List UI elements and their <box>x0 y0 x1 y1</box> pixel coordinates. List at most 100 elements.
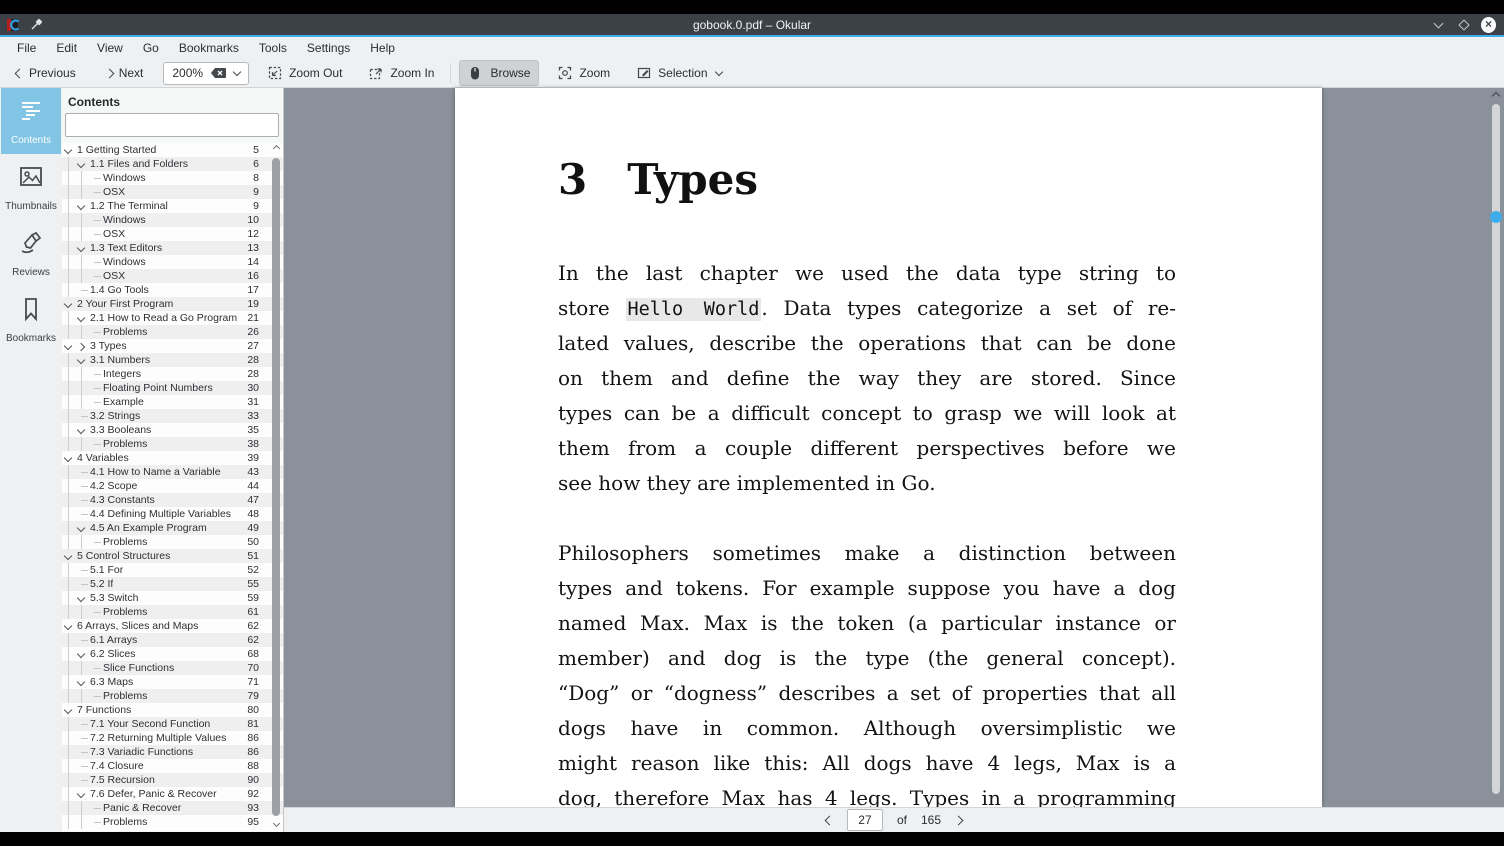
expander-chevron-icon[interactable] <box>62 297 75 311</box>
toc-item-label[interactable]: 2.1 How to Read a Go Program <box>88 312 237 324</box>
menu-item-edit[interactable]: Edit <box>47 39 86 57</box>
selection-button[interactable]: Selection <box>628 61 729 85</box>
sidebar-tab-thumbnails[interactable]: Thumbnails <box>1 154 61 220</box>
toc-item-label[interactable]: 4.3 Constants <box>88 494 155 506</box>
toc-item-label[interactable]: 1.3 Text Editors <box>88 242 162 254</box>
toc-item-label[interactable]: 5 Control Structures <box>75 550 170 562</box>
expander-chevron-icon[interactable] <box>62 549 75 563</box>
toc-item-label[interactable]: 5.3 Switch <box>88 592 138 604</box>
toc-row[interactable]: 6.2 Slices68 <box>62 647 283 661</box>
toc-row[interactable]: Problems26 <box>62 325 283 339</box>
vscroll-up-icon[interactable] <box>1492 92 1500 100</box>
toc-item-label[interactable]: 1.1 Files and Folders <box>88 158 188 170</box>
toc-item-label[interactable]: 7.4 Closure <box>88 760 144 772</box>
toc-item-label[interactable]: 7 Functions <box>75 704 131 716</box>
toc-row[interactable]: 6 Arrays, Slices and Maps62 <box>62 619 283 633</box>
toc-item-label[interactable]: 7.6 Defer, Panic & Recover <box>88 788 217 800</box>
toc-row[interactable]: Problems38 <box>62 437 283 451</box>
vertical-scrollbar[interactable] <box>1492 104 1500 794</box>
toc-item-label[interactable]: 4.5 An Example Program <box>88 522 207 534</box>
expander-chevron-icon[interactable] <box>75 787 88 801</box>
total-pages[interactable]: 165 <box>921 813 941 827</box>
expander-chevron-icon[interactable] <box>75 353 88 367</box>
expander-chevron-icon[interactable] <box>75 647 88 661</box>
browse-button[interactable]: Browse <box>459 60 539 86</box>
toc-item-label[interactable]: 3.2 Strings <box>88 410 140 422</box>
next-page-icon[interactable] <box>954 815 964 825</box>
toc-row[interactable]: Problems61 <box>62 605 283 619</box>
toc-item-label[interactable]: Problems <box>101 690 147 702</box>
zoom-tool-button[interactable]: Zoom <box>549 61 618 85</box>
toc-item-label[interactable]: Slice Functions <box>101 662 174 674</box>
toc-row[interactable]: 4 Variables39 <box>62 451 283 465</box>
expander-chevron-icon[interactable] <box>75 311 88 325</box>
toc-item-label[interactable]: 1 Getting Started <box>75 144 156 156</box>
pdf-page[interactable]: 3Types In the last chapter we used the d… <box>455 88 1322 807</box>
toc-item-label[interactable]: 6.3 Maps <box>88 676 133 688</box>
toc-row[interactable]: Problems50 <box>62 535 283 549</box>
toc-item-label[interactable]: Integers <box>101 368 141 380</box>
expander-chevron-icon[interactable] <box>62 703 75 717</box>
toc-item-label[interactable]: 4.2 Scope <box>88 480 137 492</box>
toc-row[interactable]: 3 Types27 <box>62 339 283 353</box>
toc-row[interactable]: 1.4 Go Tools17 <box>62 283 283 297</box>
toc-row[interactable]: 6.1 Arrays62 <box>62 633 283 647</box>
toc-item-label[interactable]: 7.2 Returning Multiple Values <box>88 732 226 744</box>
toc-row[interactable]: 1.2 The Terminal9 <box>62 199 283 213</box>
toc-item-label[interactable]: 3.1 Numbers <box>88 354 150 366</box>
toc-item-label[interactable]: 6.2 Slices <box>88 648 136 660</box>
toc-item-label[interactable]: 4.1 How to Name a Variable <box>88 466 221 478</box>
toc-row[interactable]: 7.5 Recursion90 <box>62 773 283 787</box>
toc-row[interactable]: 4.4 Defining Multiple Variables48 <box>62 507 283 521</box>
toc-item-label[interactable]: 3.3 Booleans <box>88 424 151 436</box>
toc-row[interactable]: Windows14 <box>62 255 283 269</box>
maximize-button[interactable] <box>1456 17 1471 32</box>
toc-row[interactable]: 3.1 Numbers28 <box>62 353 283 367</box>
titlebar[interactable]: gobook.0.pdf – Okular × <box>0 14 1504 35</box>
toc-item-label[interactable]: Windows <box>101 214 146 226</box>
toc-item-label[interactable]: 1.2 The Terminal <box>88 200 168 212</box>
toc-row[interactable]: 6.3 Maps71 <box>62 675 283 689</box>
toc-item-label[interactable]: Problems <box>101 606 147 618</box>
page-number-input[interactable] <box>847 809 883 831</box>
toc-row[interactable]: Slice Functions70 <box>62 661 283 675</box>
expander-chevron-icon[interactable] <box>62 143 75 157</box>
toc-item-label[interactable]: Floating Point Numbers <box>101 382 213 394</box>
toc-row[interactable]: Floating Point Numbers30 <box>62 381 283 395</box>
toc-item-label[interactable]: 4.4 Defining Multiple Variables <box>88 508 231 520</box>
menu-item-help[interactable]: Help <box>361 39 404 57</box>
toc-row[interactable]: Windows10 <box>62 213 283 227</box>
toc-row[interactable]: OSX12 <box>62 227 283 241</box>
toc-row[interactable]: Integers28 <box>62 367 283 381</box>
toc-item-label[interactable]: OSX <box>101 270 125 282</box>
toc-item-label[interactable]: 7.1 Your Second Function <box>88 718 210 730</box>
toc-item-label[interactable]: 5.1 For <box>88 564 123 576</box>
toc-item-label[interactable]: Problems <box>101 326 147 338</box>
expander-chevron-icon[interactable] <box>75 241 88 255</box>
toc-item-label[interactable]: 4 Variables <box>75 452 129 464</box>
toc-row[interactable]: 7.3 Variadic Functions86 <box>62 745 283 759</box>
toc-row[interactable]: 2.1 How to Read a Go Program21 <box>62 311 283 325</box>
toc-row[interactable]: 4.1 How to Name a Variable43 <box>62 465 283 479</box>
vertical-scrollbar-thumb[interactable] <box>1490 211 1502 223</box>
toc-scrollbar-thumb[interactable] <box>272 158 280 816</box>
prev-page-icon[interactable] <box>825 815 835 825</box>
previous-button[interactable]: Previous <box>8 62 84 84</box>
expander-chevron-icon[interactable] <box>75 521 88 535</box>
toc-row[interactable]: 5.3 Switch59 <box>62 591 283 605</box>
zoom-in-button[interactable]: Zoom In <box>360 61 442 85</box>
expander-chevron-icon[interactable] <box>75 675 88 689</box>
toc-item-label[interactable]: 7.3 Variadic Functions <box>88 746 193 758</box>
toc-item-label[interactable]: Problems <box>101 438 147 450</box>
clear-zoom-icon[interactable] <box>210 67 227 79</box>
close-button[interactable]: × <box>1481 17 1496 32</box>
toc-item-label[interactable]: 3 Types <box>88 340 127 352</box>
toc-row[interactable]: 5 Control Structures51 <box>62 549 283 563</box>
contents-search-input[interactable] <box>65 113 279 137</box>
toc-row[interactable]: OSX16 <box>62 269 283 283</box>
toc-row[interactable]: 7.6 Defer, Panic & Recover92 <box>62 787 283 801</box>
toc-item-label[interactable]: OSX <box>101 186 125 198</box>
toc-row[interactable]: 5.2 If55 <box>62 577 283 591</box>
sidebar-tab-contents[interactable]: Contents <box>1 88 61 154</box>
menu-item-go[interactable]: Go <box>134 39 168 57</box>
